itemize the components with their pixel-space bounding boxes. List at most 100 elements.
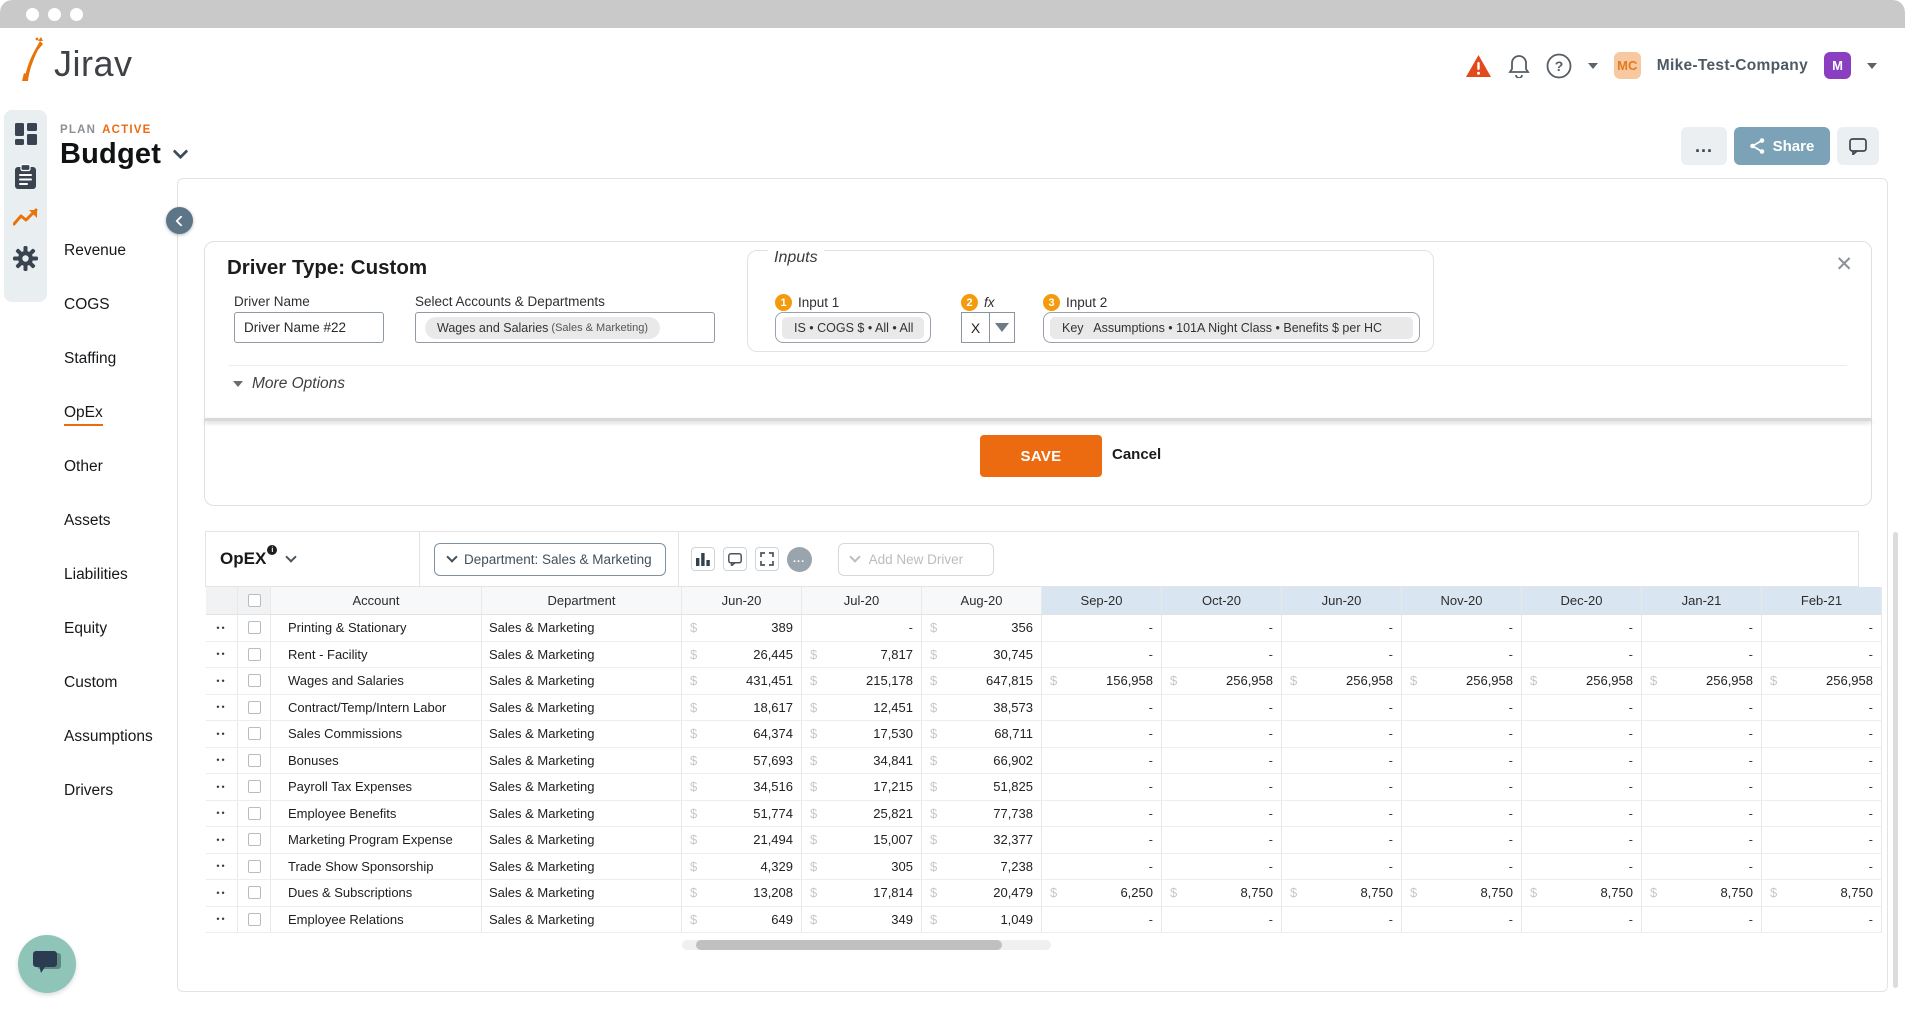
value-cell[interactable]: $30,745: [922, 641, 1042, 667]
row-checkbox[interactable]: [247, 886, 261, 900]
value-cell[interactable]: $1,049: [922, 906, 1042, 932]
plan-switcher-chevron-icon[interactable]: [172, 143, 189, 160]
help-dropdown-caret-icon[interactable]: [1587, 62, 1598, 69]
value-cell[interactable]: -: [1522, 774, 1642, 800]
value-cell[interactable]: -: [1522, 747, 1642, 773]
value-cell[interactable]: -: [1762, 694, 1882, 720]
sidebar-item-staffing[interactable]: Staffing: [64, 350, 153, 376]
value-cell[interactable]: $32,377: [922, 827, 1042, 853]
value-cell[interactable]: $256,958: [1642, 668, 1762, 694]
value-cell[interactable]: -: [1402, 853, 1522, 879]
row-checkbox[interactable]: [247, 753, 261, 767]
plans-clipboard-icon[interactable]: [14, 164, 37, 190]
value-cell[interactable]: $34,516: [682, 774, 802, 800]
value-cell[interactable]: $8,750: [1282, 880, 1402, 906]
accounts-pill[interactable]: Wages and Salaries (Sales & Marketing): [425, 316, 660, 339]
value-cell[interactable]: $15,007: [802, 827, 922, 853]
input1-pill[interactable]: IS • COGS $ • All • All: [782, 316, 924, 339]
account-cell[interactable]: Trade Show Sponsorship: [271, 853, 482, 879]
value-cell[interactable]: $57,693: [682, 747, 802, 773]
row-checkbox[interactable]: [247, 833, 261, 847]
account-cell[interactable]: Dues & Subscriptions: [271, 880, 482, 906]
value-cell[interactable]: $4,329: [682, 853, 802, 879]
value-cell[interactable]: -: [1282, 641, 1402, 667]
value-cell[interactable]: -: [1402, 721, 1522, 747]
column-header-month[interactable]: Dec-20: [1522, 587, 1642, 614]
column-header-department[interactable]: Department: [482, 587, 682, 614]
comments-button[interactable]: [1837, 127, 1879, 165]
value-cell[interactable]: -: [1642, 827, 1762, 853]
value-cell[interactable]: -: [1522, 615, 1642, 641]
fx-operator-select[interactable]: X: [961, 312, 1015, 343]
value-cell[interactable]: -: [1042, 641, 1162, 667]
value-cell[interactable]: -: [1762, 906, 1882, 932]
value-cell[interactable]: -: [1282, 721, 1402, 747]
share-button[interactable]: Share: [1734, 127, 1830, 165]
row-drag-handle[interactable]: ••: [206, 615, 238, 641]
value-cell[interactable]: $8,750: [1402, 880, 1522, 906]
value-cell[interactable]: $34,841: [802, 747, 922, 773]
row-checkbox[interactable]: [247, 780, 261, 794]
value-cell[interactable]: -: [1522, 827, 1642, 853]
window-close-button[interactable]: [26, 7, 39, 21]
comment-button[interactable]: [722, 547, 747, 571]
value-cell[interactable]: $305: [802, 853, 922, 879]
value-cell[interactable]: -: [1042, 694, 1162, 720]
value-cell[interactable]: $8,750: [1162, 880, 1282, 906]
value-cell[interactable]: -: [1402, 641, 1522, 667]
value-cell[interactable]: -: [1762, 721, 1882, 747]
value-cell[interactable]: -: [1162, 800, 1282, 826]
sidebar-item-revenue[interactable]: Revenue: [64, 242, 153, 268]
value-cell[interactable]: -: [1642, 747, 1762, 773]
row-checkbox[interactable]: [247, 806, 261, 820]
account-cell[interactable]: Employee Benefits: [271, 800, 482, 826]
accounts-select[interactable]: Wages and Salaries (Sales & Marketing): [415, 312, 715, 343]
value-cell[interactable]: $21,494: [682, 827, 802, 853]
cancel-button[interactable]: Cancel: [1112, 446, 1161, 463]
driver-name-input[interactable]: Driver Name #22: [234, 312, 384, 343]
value-cell[interactable]: -: [1162, 721, 1282, 747]
value-cell[interactable]: -: [1642, 615, 1762, 641]
value-cell[interactable]: -: [1762, 800, 1882, 826]
row-drag-handle[interactable]: ••: [206, 721, 238, 747]
value-cell[interactable]: $20,479: [922, 880, 1042, 906]
value-cell[interactable]: -: [1282, 747, 1402, 773]
value-cell[interactable]: -: [1402, 615, 1522, 641]
column-header-month[interactable]: Jul-20: [802, 587, 922, 614]
column-header-month[interactable]: Feb-21: [1762, 587, 1882, 614]
company-name[interactable]: Mike-Test-Company: [1657, 57, 1808, 75]
value-cell[interactable]: -: [1762, 827, 1882, 853]
value-cell[interactable]: -: [1642, 906, 1762, 932]
row-checkbox[interactable]: [247, 912, 261, 926]
row-drag-handle[interactable]: ••: [206, 827, 238, 853]
value-cell[interactable]: $64,374: [682, 721, 802, 747]
value-cell[interactable]: -: [1762, 615, 1882, 641]
jirav-logo[interactable]: Jirav: [16, 36, 133, 82]
account-cell[interactable]: Printing & Stationary: [271, 615, 482, 641]
value-cell[interactable]: $38,573: [922, 694, 1042, 720]
opex-chevron-icon[interactable]: [285, 551, 297, 563]
sidebar-item-opex[interactable]: OpEx: [64, 404, 153, 430]
account-cell[interactable]: Contract/Temp/Intern Labor: [271, 694, 482, 720]
row-drag-handle[interactable]: ••: [206, 641, 238, 667]
more-tools-button[interactable]: ...: [786, 546, 812, 572]
more-actions-button[interactable]: ...: [1681, 127, 1727, 165]
help-icon[interactable]: ?: [1546, 53, 1572, 79]
column-header-account[interactable]: Account: [271, 587, 482, 614]
sidebar-item-equity[interactable]: Equity: [64, 620, 153, 646]
column-header-month[interactable]: Jan-21: [1642, 587, 1762, 614]
support-chat-button[interactable]: [18, 935, 76, 993]
value-cell[interactable]: -: [1282, 906, 1402, 932]
value-cell[interactable]: -: [1042, 853, 1162, 879]
row-checkbox[interactable]: [247, 621, 261, 635]
value-cell[interactable]: $17,530: [802, 721, 922, 747]
opex-section-header[interactable]: OpEX i: [206, 532, 420, 586]
notifications-bell-icon[interactable]: [1508, 54, 1530, 78]
value-cell[interactable]: -: [1162, 906, 1282, 932]
value-cell[interactable]: -: [1042, 906, 1162, 932]
row-drag-handle[interactable]: ••: [206, 906, 238, 932]
value-cell[interactable]: -: [1522, 694, 1642, 720]
more-options-toggle[interactable]: More Options: [233, 375, 345, 393]
dashboard-icon[interactable]: [14, 122, 38, 146]
value-cell[interactable]: $8,750: [1762, 880, 1882, 906]
